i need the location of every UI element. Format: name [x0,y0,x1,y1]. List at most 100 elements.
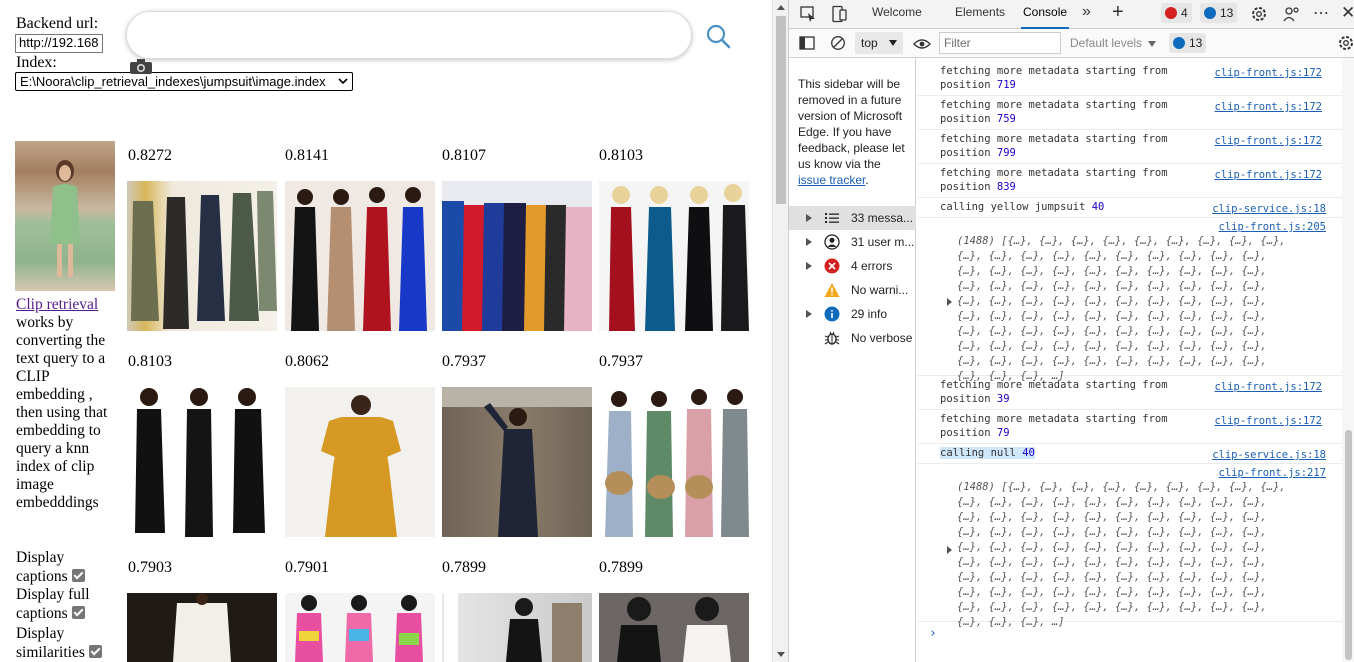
filter-input[interactable]: Filter [939,32,1061,54]
sidebar-item-info[interactable]: 29 info [789,302,916,326]
description-text: works by converting the text query to a … [16,314,108,511]
source-link[interactable]: clip-front.js:205 [1219,220,1326,234]
sidebar-item-messages[interactable]: 33 messa... [789,206,916,230]
devtools-panel: Welcome Elements Console » + 4 13 ⋯ ✕ to… [788,0,1354,662]
scrollbar-thumb[interactable] [1345,430,1352,660]
index-select[interactable]: E:\Noora\clip_retrieval_indexes\jumpsuit… [15,72,353,91]
description: Clip retrieval works by converting the t… [16,296,112,512]
inspect-icon[interactable] [799,5,817,28]
option-label: Display similarities [16,625,85,661]
page-scrollbar[interactable] [772,0,788,662]
expand-icon[interactable] [806,238,812,246]
console-message: fetching more metadata starting from pos… [917,164,1342,198]
source-link[interactable]: clip-front.js:172 [1215,66,1322,80]
console-settings-icon[interactable] [1337,34,1354,57]
message-text: calling yellow jumpsuit 40 [940,201,1105,213]
console-message: fetching more metadata starting from pos… [917,130,1342,164]
clip-retrieval-link[interactable]: Clip retrieval [16,296,98,313]
clear-console-icon[interactable] [830,35,846,56]
result-image[interactable] [127,387,277,537]
result-image[interactable] [599,181,749,331]
display-full-captions-checkbox[interactable] [71,606,85,619]
share-feedback-icon[interactable] [1282,5,1300,28]
eye-icon[interactable] [913,37,931,55]
result-image[interactable] [285,593,435,662]
expand-icon[interactable] [806,262,812,270]
sidebar-item-warnings[interactable]: No warni... [789,278,916,302]
settings-icon[interactable] [1250,5,1268,28]
sidebar-item-label: 4 errors [851,259,893,273]
sidebar-item-verbose[interactable]: No verbose [789,326,916,350]
tab-elements[interactable]: Elements [955,0,1005,29]
source-link[interactable]: clip-service.js:18 [1212,448,1326,462]
tab-console[interactable]: Console [1021,0,1070,29]
message-count: 13 [1189,36,1203,50]
scrollbar-thumb[interactable] [776,16,786,204]
source-link[interactable]: clip-front.js:172 [1215,100,1322,114]
result-image[interactable] [442,387,592,537]
sidebar-deprecation-note: This sidebar will be removed in a future… [798,77,905,187]
similarity-score: 0.8272 [128,147,172,164]
more-options-icon[interactable]: ⋯ [1313,3,1330,23]
scroll-down-icon[interactable] [777,652,785,657]
more-tabs-icon[interactable]: » [1082,3,1091,21]
search-icon[interactable] [704,22,734,52]
source-link[interactable]: clip-front.js:172 [1215,414,1322,428]
add-tab-icon[interactable]: + [1112,1,1124,24]
result-image[interactable] [285,181,435,331]
issue-tracker-link[interactable]: issue tracker [798,173,865,187]
backend-url-label: Backend url: [16,15,99,32]
display-captions-checkbox[interactable] [71,569,85,582]
expand-icon[interactable] [806,310,812,318]
result-image[interactable] [127,181,277,331]
option-display-similarities[interactable]: Display similarities [16,624,112,662]
toolbar-message-badge[interactable]: 13 [1169,33,1207,53]
result-image[interactable] [285,387,435,537]
option-display-captions[interactable]: Display captions [16,548,112,586]
message-count-badge[interactable]: 13 [1200,3,1238,23]
array-preview[interactable]: (1488) [{…}, {…}, {…}, {…}, {…}, {…}, {…… [957,480,1286,630]
console-message: fetching more metadata starting from pos… [917,376,1342,410]
message-text: calling null 40 [940,447,1035,459]
display-similarities-checkbox[interactable] [88,645,102,658]
sidebar-toggle-icon[interactable] [799,36,815,55]
console-scrollbar[interactable] [1342,58,1354,662]
close-icon[interactable]: ✕ [1341,3,1354,23]
result-image[interactable] [127,593,277,662]
array-preview[interactable]: (1488) [{…}, {…}, {…}, {…}, {…}, {…}, {…… [957,234,1286,384]
result-image[interactable] [442,181,592,331]
result-image[interactable] [599,593,749,662]
source-link[interactable]: clip-front.js:217 [1219,466,1326,480]
camera-icon[interactable] [129,58,153,74]
log-levels-select[interactable]: Default levels [1070,33,1157,53]
context-select[interactable]: top [855,32,903,54]
expand-array-icon[interactable] [947,298,952,306]
console-array-message: clip-front.js:205 (1488) [{…}, {…}, {…},… [917,218,1342,382]
option-display-full-captions[interactable]: Display full captions [16,585,112,623]
console-message: fetching more metadata starting from pos… [917,96,1342,130]
expand-array-icon[interactable] [947,546,952,554]
scroll-up-icon[interactable] [777,5,785,10]
list-icon [824,210,840,226]
tab-welcome[interactable]: Welcome [872,0,922,29]
warning-icon [824,282,840,298]
query-image[interactable] [15,141,115,291]
option-label: Display captions [16,549,68,585]
similarity-score: 0.8062 [285,353,329,370]
console-prompt[interactable]: › [929,626,937,641]
sidebar-item-errors[interactable]: 4 errors [789,254,916,278]
result-image[interactable] [599,387,749,537]
sidebar-item-user-messages[interactable]: 31 user m... [789,230,916,254]
source-link[interactable]: clip-front.js:172 [1215,380,1322,394]
result-image[interactable] [442,593,592,662]
device-emulation-icon[interactable] [830,5,848,28]
clip-retrieval-app: Backend url: http://192.168 Index: E:\No… [0,0,772,662]
search-input[interactable] [126,11,692,59]
source-link[interactable]: clip-service.js:18 [1212,202,1326,216]
similarity-score: 0.7903 [128,559,172,576]
source-link[interactable]: clip-front.js:172 [1215,168,1322,182]
backend-url-input[interactable]: http://192.168 [15,34,103,53]
expand-icon[interactable] [806,214,812,222]
source-link[interactable]: clip-front.js:172 [1215,134,1322,148]
error-count-badge[interactable]: 4 [1161,3,1192,23]
